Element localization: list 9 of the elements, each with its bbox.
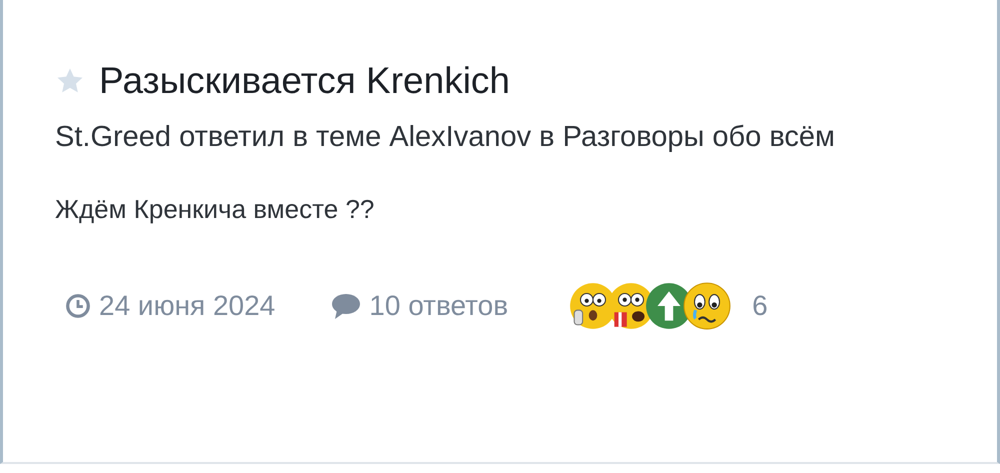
thread-title[interactable]: Разыскивается Krenkich — [99, 60, 510, 102]
reply-count: 10 ответов — [369, 290, 508, 322]
reaction-icon — [682, 281, 732, 331]
clock-icon — [65, 293, 91, 319]
speech-bubble-icon — [331, 292, 362, 320]
post-snippet: Ждём Кренкича вместе ?? — [55, 194, 376, 225]
post-date: 24 июня 2024 — [99, 290, 276, 322]
reaction-count: 6 — [752, 290, 768, 322]
thread-summary: St.Greed ответил в теме AlexIvanov в Разговоры обо всём — [55, 120, 836, 155]
